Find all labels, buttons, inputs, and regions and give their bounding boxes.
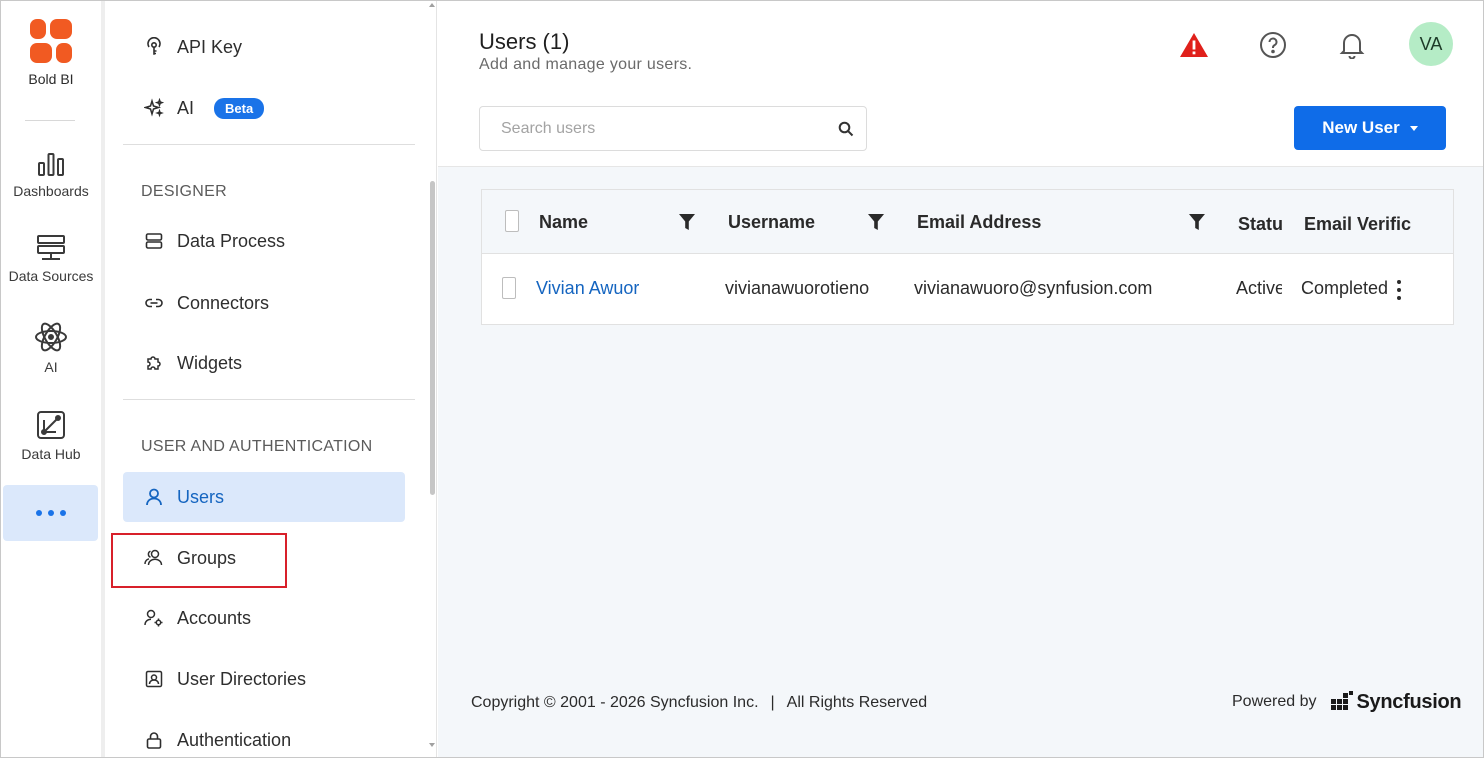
lock-icon [143,729,165,751]
rail-item-label: AI [44,359,58,375]
copyright-text: Copyright © 2001 - 2026 Syncfusion Inc. [471,694,759,711]
page-title: Users (1) [479,29,570,54]
user-gear-icon [143,607,165,629]
filter-icon[interactable] [678,213,696,231]
bell-icon[interactable] [1334,27,1370,63]
avatar[interactable]: VA [1409,22,1453,66]
column-header-email[interactable]: Email Address [917,212,1157,233]
icon-rail: Bold BI Dashboards Data Sources AI Data … [1,1,105,757]
panel-item-ai[interactable]: AI Beta [123,83,405,133]
help-icon[interactable] [1255,27,1291,63]
main-content: Users (1) Add and manage your users. VA … [438,1,1483,757]
puzzle-icon [143,352,165,374]
data-hub-icon [37,411,65,439]
settings-panel: API Key AI Beta DESIGNER Data Process Co… [105,1,437,757]
syncfusion-logo-icon [1330,691,1353,710]
group-icon [143,547,165,569]
row-checkbox[interactable] [502,277,516,299]
syncfusion-logo[interactable]: Syncfusion [1330,690,1462,714]
section-heading-designer: DESIGNER [141,183,227,200]
column-header-status[interactable]: Statu [1238,214,1282,235]
rail-item-label: Data Sources [8,268,94,284]
page-subtitle: Add and manage your users. [479,56,693,73]
panel-item-label: Data Process [177,230,286,251]
grid-header: Name Username Email Address Statu Email … [482,190,1453,254]
panel-item-label: API Key [177,36,243,57]
panel-item-label: Groups [177,547,237,568]
user-icon [143,486,165,508]
bold-bi-logo[interactable]: Bold BI [1,19,101,87]
user-username: vivianawuorotieno [725,278,870,298]
rail-item-dashboards[interactable]: Dashboards [1,151,101,199]
database-icon [37,235,65,260]
panel-item-authentication[interactable]: Authentication [123,715,405,757]
bold-bi-logo-icon [30,19,72,63]
chevron-down-icon [1409,125,1418,131]
new-user-label: New User [1322,118,1400,137]
user-status: Active [1236,278,1282,298]
link-icon [143,292,165,314]
panel-item-label: Connectors [177,292,270,313]
panel-item-label: AI [177,97,195,118]
warning-icon[interactable] [1176,27,1212,63]
more-horizontal-icon[interactable] [3,485,98,541]
rail-item-data-hub[interactable]: Data Hub [1,410,101,462]
users-grid: Name Username Email Address Statu Email … [481,189,1454,325]
panel-item-connectors[interactable]: Connectors [123,278,405,328]
scroll-down-icon[interactable] [429,743,435,747]
bar-chart-icon [38,153,64,176]
sparkle-icon [143,97,165,119]
panel-scrollbar-thumb[interactable] [430,181,435,495]
footer-separator: | [770,694,775,711]
filter-icon[interactable] [1188,213,1206,231]
panel-item-label: Accounts [177,607,252,628]
filter-icon[interactable] [867,213,885,231]
atom-icon [35,322,67,352]
panel-item-data-process[interactable]: Data Process [123,216,405,266]
directory-icon [143,668,165,690]
data-process-icon [143,230,165,252]
page-header: Users (1) Add and manage your users. VA … [438,1,1483,167]
new-user-button[interactable]: New User [1294,106,1446,150]
row-actions-icon[interactable] [1395,280,1403,300]
rail-item-ai[interactable]: AI [1,321,101,375]
panel-item-label: Users [177,486,225,507]
app-window: Bold BI Dashboards Data Sources AI Data … [0,0,1484,758]
powered-by-text: Powered by [1232,693,1317,710]
panel-item-widgets[interactable]: Widgets [123,338,405,388]
panel-item-groups[interactable]: Groups [123,533,405,583]
user-verification: Completed [1301,278,1389,298]
scroll-up-icon[interactable] [429,3,435,7]
rail-item-label: Dashboards [13,183,89,199]
section-heading-user-auth: USER AND AUTHENTICATION [141,438,373,455]
panel-item-user-directories[interactable]: User Directories [123,654,405,704]
powered-by: Powered by Syncfusion [1232,686,1462,718]
panel-divider [123,399,415,400]
rail-divider [25,120,75,121]
user-email: vivianawuoro@synfusion.com [914,278,1153,298]
user-name-link[interactable]: Vivian Awuor [536,278,639,299]
search-icon[interactable] [826,121,866,137]
search-box [479,106,867,151]
api-key-icon [143,36,165,58]
beta-badge: Beta [214,97,265,119]
select-all-checkbox[interactable] [505,210,519,232]
panel-item-label: Authentication [177,729,292,750]
rail-item-data-sources[interactable]: Data Sources [1,234,101,284]
panel-item-label: Widgets [177,352,243,373]
syncfusion-logo-text: Syncfusion [1356,690,1462,713]
column-header-email-verification[interactable]: Email Verific [1304,214,1412,235]
footer-copyright: Copyright © 2001 - 2026 Syncfusion Inc. |… [471,694,927,712]
panel-item-api-key[interactable]: API Key [123,22,405,72]
panel-item-label: User Directories [177,668,307,689]
rail-item-label: Data Hub [21,446,81,462]
panel-item-users[interactable]: Users [123,472,405,522]
search-input[interactable] [480,107,826,150]
column-header-name[interactable]: Name [539,212,659,233]
column-header-username[interactable]: Username [728,212,848,233]
panel-item-accounts[interactable]: Accounts [123,593,405,643]
panel-divider [123,144,415,145]
brand-name: Bold BI [28,71,74,87]
rights-text: All Rights Reserved [786,694,928,711]
